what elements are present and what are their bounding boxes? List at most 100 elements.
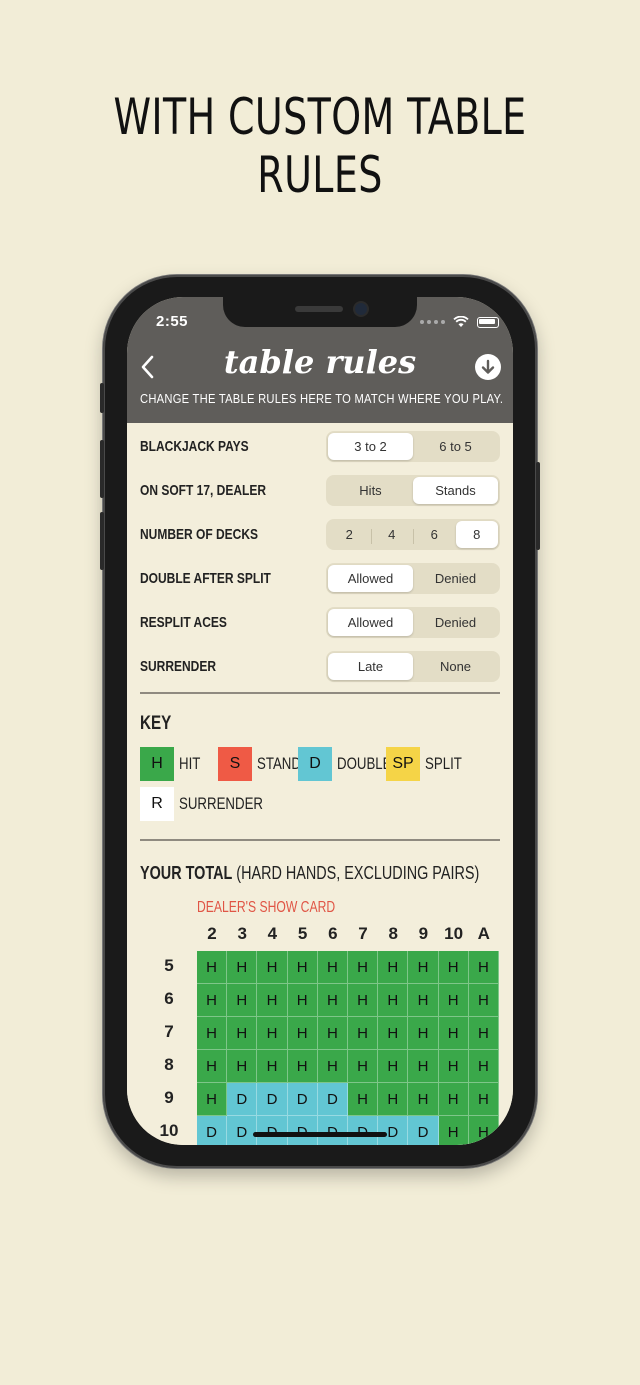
strategy-cell: H: [257, 984, 288, 1017]
segmented-control: 3 to 26 to 5: [326, 431, 500, 462]
strategy-cell: D: [257, 1083, 288, 1116]
rule-row: DOUBLE AFTER SPLIT Allowed Denied: [140, 563, 500, 595]
segment-option[interactable]: Stands: [413, 477, 498, 504]
strategy-cell: H: [257, 1050, 288, 1083]
segment-option[interactable]: Allowed: [328, 609, 413, 636]
strategy-cell: H: [317, 951, 348, 984]
segment-option[interactable]: 6: [413, 521, 456, 548]
rule-row: NUMBER OF DECKS 2 4 6 8: [140, 519, 500, 551]
strategy-cell: D: [287, 1116, 318, 1145]
strategy-cell: H: [287, 1050, 318, 1083]
rule-label: NUMBER OF DECKS: [140, 526, 259, 543]
strategy-cell: H: [378, 1083, 409, 1116]
mute-switch: [100, 383, 104, 413]
strategy-cell: H: [438, 1083, 469, 1116]
segment-option[interactable]: Late: [328, 653, 413, 680]
strategy-cell: H: [408, 951, 439, 984]
strategy-cell: H: [408, 984, 439, 1017]
dealer-card-header: 10: [444, 924, 464, 943]
segmented-control: Allowed Denied: [326, 563, 500, 594]
player-total-header: 9: [164, 1088, 174, 1107]
page-title: table rules: [223, 343, 417, 381]
segment-option[interactable]: 4: [370, 521, 414, 548]
strategy-cell: H: [317, 1017, 348, 1050]
key-item: SP SPLIT: [386, 747, 472, 781]
status-time: 2:55: [156, 313, 189, 330]
segmented-control: Hits Stands: [326, 475, 500, 506]
key-swatch: R: [140, 787, 174, 821]
key-label: SPLIT: [425, 754, 462, 773]
strategy-cell: D: [408, 1116, 439, 1145]
segment-option[interactable]: Allowed: [328, 565, 413, 592]
strategy-cell: H: [227, 1050, 258, 1083]
key-swatch: D: [298, 747, 332, 781]
segment-option[interactable]: None: [413, 653, 498, 680]
segment-option[interactable]: 2: [328, 521, 371, 548]
segment-option[interactable]: Denied: [413, 565, 498, 592]
strategy-cell: H: [468, 984, 499, 1017]
strategy-cell: H: [348, 1017, 379, 1050]
rule-label: DOUBLE AFTER SPLIT: [140, 570, 271, 587]
rule-label: ON SOFT 17, DEALER: [140, 482, 267, 499]
download-button[interactable]: [475, 354, 501, 380]
volume-down-button: [100, 512, 104, 570]
strategy-cell: H: [378, 1050, 409, 1083]
camera: [355, 303, 367, 315]
strategy-cell: H: [227, 951, 258, 984]
strategy-cell: D: [227, 1083, 258, 1116]
key-item: R SURRENDER: [140, 787, 287, 821]
dealer-card-header: 4: [267, 924, 278, 943]
strategy-cell: H: [438, 984, 469, 1017]
strategy-cell: H: [468, 1017, 499, 1050]
segment-option[interactable]: Hits: [328, 477, 413, 504]
segmented-control: Late None: [326, 651, 500, 682]
strategy-cell: H: [197, 984, 228, 1017]
speaker: [295, 306, 343, 312]
strategy-cell: D: [257, 1116, 288, 1145]
key-label: SURRENDER: [179, 794, 263, 813]
player-total-header: 10: [159, 1121, 179, 1140]
key-label: DOUBLE: [337, 754, 392, 773]
strategy-cell: H: [287, 984, 318, 1017]
key-label: STAND: [257, 754, 301, 773]
strategy-cell: H: [408, 1083, 439, 1116]
dealer-show-card-label: DEALER'S SHOW CARD: [197, 899, 336, 916]
battery-icon: [477, 316, 499, 328]
strategy-title: YOUR TOTAL (HARD HANDS, EXCLUDING PAIRS): [140, 863, 479, 884]
divider: [140, 692, 500, 694]
strategy-cell: H: [257, 951, 288, 984]
strategy-cell: H: [197, 951, 228, 984]
strategy-cell: H: [348, 984, 379, 1017]
rule-label: RESPLIT ACES: [140, 614, 227, 631]
power-button: [536, 462, 540, 550]
strategy-cell: D: [378, 1116, 409, 1145]
dealer-card-header: 7: [358, 924, 368, 943]
strategy-cell: D: [317, 1083, 348, 1116]
player-total-header: 5: [164, 956, 174, 975]
strategy-cell: H: [468, 951, 499, 984]
dealer-card-header: 8: [388, 924, 398, 943]
strategy-cell: H: [378, 984, 409, 1017]
rule-row: ON SOFT 17, DEALER Hits Stands: [140, 475, 500, 507]
strategy-cell: H: [468, 1050, 499, 1083]
volume-up-button: [100, 440, 104, 498]
strategy-cell: H: [197, 1050, 228, 1083]
strategy-cell: H: [348, 1083, 379, 1116]
strategy-cell: H: [257, 1017, 288, 1050]
strategy-cell: H: [348, 951, 379, 984]
phone-screen: 2:55 table rules CHANGE THE TABLE RULES …: [127, 297, 513, 1145]
rule-label: BLACKJACK PAYS: [140, 438, 249, 455]
strategy-cell: H: [227, 984, 258, 1017]
strategy-cell: H: [438, 1116, 469, 1145]
dealer-card-header: 2: [207, 924, 217, 943]
key-swatch: H: [140, 747, 174, 781]
segment-option[interactable]: 6 to 5: [413, 433, 498, 460]
segment-option[interactable]: Denied: [413, 609, 498, 636]
signal-icon: [420, 320, 445, 324]
segment-option[interactable]: 8: [455, 521, 498, 548]
segment-option[interactable]: 3 to 2: [328, 433, 413, 460]
key-swatch: SP: [386, 747, 420, 781]
player-total-header: 6: [164, 989, 174, 1008]
divider: [140, 839, 500, 841]
segmented-control: 2468: [326, 519, 500, 550]
